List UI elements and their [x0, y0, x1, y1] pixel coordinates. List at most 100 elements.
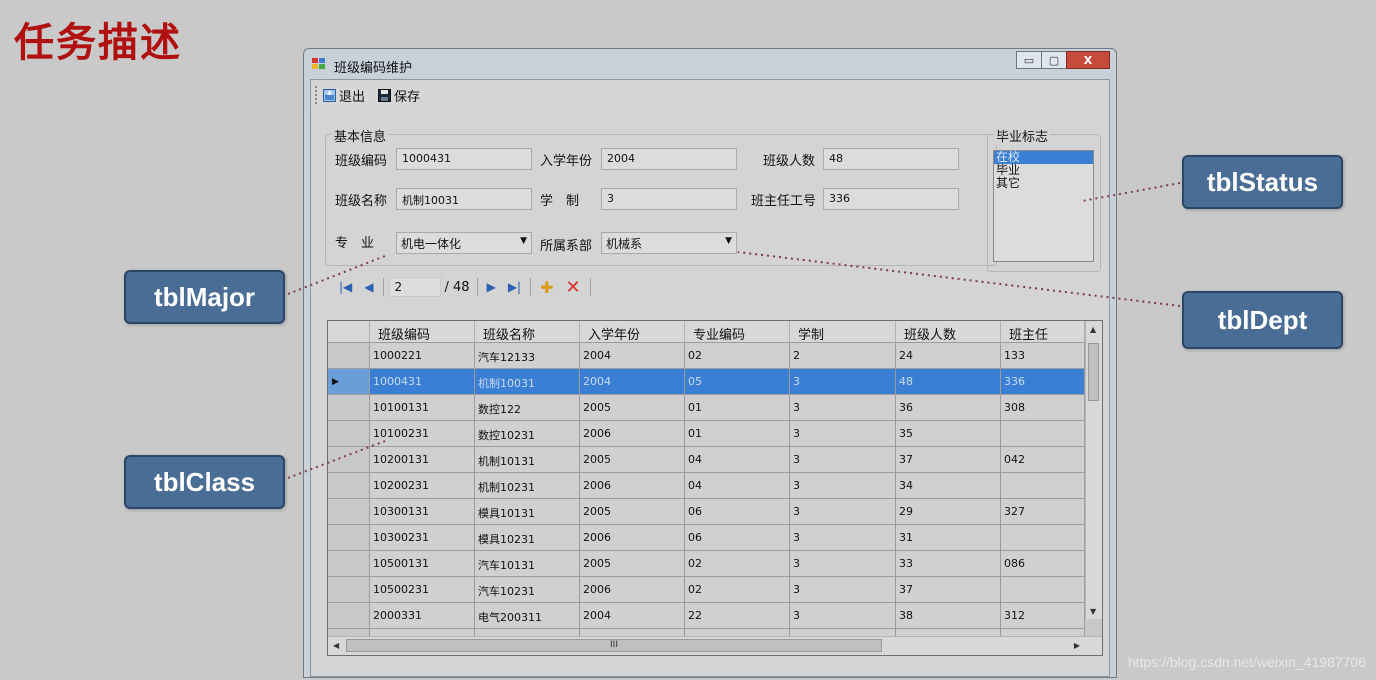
table-cell[interactable] — [1001, 473, 1085, 499]
table-cell[interactable]: 336 — [1001, 369, 1085, 395]
maximize-button[interactable]: ▢ — [1041, 51, 1067, 69]
table-cell[interactable]: 1000431 — [370, 369, 475, 395]
table-cell[interactable]: 2005 — [580, 551, 685, 577]
row-header[interactable] — [328, 551, 370, 577]
dept-combo[interactable]: 机械系 ▼ — [601, 232, 737, 254]
column-header[interactable]: 班级名称 — [475, 321, 580, 343]
class-code-field[interactable]: 1000431 — [396, 148, 532, 170]
horizontal-scrollbar[interactable]: ◀ III ▶ — [328, 636, 1102, 655]
table-cell[interactable]: 3 — [790, 525, 896, 551]
table-row[interactable]: 10500231 汽车10231 2006 02 3 37 — [328, 577, 1085, 603]
duration-field[interactable]: 3 — [601, 188, 737, 210]
table-row[interactable]: 2000331 电气200311 2004 22 3 38 312 — [328, 603, 1085, 629]
move-first-icon[interactable]: |◀ — [339, 280, 352, 294]
table-cell[interactable]: 2006 — [580, 421, 685, 447]
table-cell[interactable]: 3 — [790, 473, 896, 499]
table-cell[interactable]: 38 — [896, 603, 1001, 629]
table-cell[interactable]: 29 — [896, 499, 1001, 525]
table-cell[interactable]: 汽车10231 — [475, 577, 580, 603]
table-cell[interactable]: 3 — [790, 551, 896, 577]
scroll-down-icon[interactable]: ▼ — [1090, 607, 1096, 616]
table-cell[interactable]: 37 — [896, 577, 1001, 603]
major-combo[interactable]: 机电一体化 ▼ — [396, 232, 532, 254]
table-cell[interactable]: 02 — [685, 343, 790, 369]
scroll-right-icon[interactable]: ▶ — [1074, 641, 1080, 650]
table-cell[interactable]: 3 — [790, 577, 896, 603]
column-header[interactable]: 入学年份 — [580, 321, 685, 343]
table-cell[interactable]: 数控122 — [475, 395, 580, 421]
table-cell[interactable]: 086 — [1001, 551, 1085, 577]
table-cell[interactable]: 3 — [790, 369, 896, 395]
table-cell[interactable]: 2004 — [580, 343, 685, 369]
table-cell[interactable]: 3 — [790, 447, 896, 473]
delete-icon[interactable]: ✕ — [566, 277, 581, 298]
table-cell[interactable]: 06 — [685, 499, 790, 525]
table-cell[interactable]: 24 — [896, 343, 1001, 369]
vertical-scroll-thumb[interactable] — [1088, 343, 1099, 401]
table-cell[interactable]: 汽车12133 — [475, 343, 580, 369]
table-cell[interactable]: 327 — [1001, 499, 1085, 525]
scroll-up-icon[interactable]: ▲ — [1090, 325, 1096, 334]
table-row[interactable]: 10200231 机制10231 2006 04 3 34 — [328, 473, 1085, 499]
table-cell[interactable]: 10500231 — [370, 577, 475, 603]
minimize-button[interactable]: ▭ — [1016, 51, 1042, 69]
save-button[interactable]: 保存 — [378, 86, 420, 105]
scroll-left-icon[interactable]: ◀ — [333, 641, 339, 650]
table-row[interactable]: ▶ 1000431 机制10031 2004 05 3 48 336 — [328, 369, 1085, 395]
table-cell[interactable]: 数控10231 — [475, 421, 580, 447]
row-header[interactable] — [328, 525, 370, 551]
table-cell[interactable]: 机制10231 — [475, 473, 580, 499]
table-cell[interactable]: 2006 — [580, 473, 685, 499]
table-cell[interactable]: 05 — [685, 369, 790, 395]
close-button[interactable]: X — [1066, 51, 1110, 69]
table-cell[interactable]: 电气200311 — [475, 603, 580, 629]
table-cell[interactable]: 10100231 — [370, 421, 475, 447]
table-cell[interactable]: 31 — [896, 525, 1001, 551]
toolbar-grip[interactable] — [315, 86, 319, 104]
table-cell[interactable]: 06 — [685, 525, 790, 551]
title-bar[interactable]: 班级编码维护 ▭ ▢ X — [304, 49, 1116, 79]
table-row[interactable]: 10100231 数控10231 2006 01 3 35 — [328, 421, 1085, 447]
column-header[interactable]: 班级编码 — [370, 321, 475, 343]
table-row[interactable]: 10100131 数控122 2005 01 3 36 308 — [328, 395, 1085, 421]
table-cell[interactable]: 2006 — [580, 525, 685, 551]
table-cell[interactable]: 2005 — [580, 499, 685, 525]
row-header[interactable] — [328, 603, 370, 629]
table-cell[interactable]: 3 — [790, 421, 896, 447]
table-cell[interactable]: 35 — [896, 421, 1001, 447]
row-header[interactable]: ▶ — [328, 369, 370, 395]
table-cell[interactable]: 10200131 — [370, 447, 475, 473]
table-cell[interactable]: 308 — [1001, 395, 1085, 421]
table-row[interactable]: 10300131 模具10131 2005 06 3 29 327 — [328, 499, 1085, 525]
table-cell[interactable]: 2006 — [580, 577, 685, 603]
position-field[interactable]: 2 — [388, 277, 441, 297]
row-header[interactable] — [328, 499, 370, 525]
table-cell[interactable]: 34 — [896, 473, 1001, 499]
table-cell[interactable]: 汽车10131 — [475, 551, 580, 577]
row-header[interactable] — [328, 577, 370, 603]
table-cell[interactable]: 3 — [790, 395, 896, 421]
exit-button[interactable]: 退出 — [323, 86, 365, 105]
table-cell[interactable]: 312 — [1001, 603, 1085, 629]
table-cell[interactable]: 2 — [790, 343, 896, 369]
enroll-year-field[interactable]: 2004 — [601, 148, 737, 170]
class-name-field[interactable]: 机制10031 — [396, 188, 532, 210]
table-row[interactable]: 10500131 汽车10131 2005 02 3 33 086 — [328, 551, 1085, 577]
table-cell[interactable]: 机制10131 — [475, 447, 580, 473]
table-row[interactable]: 1000221 汽车12133 2004 02 2 24 133 — [328, 343, 1085, 369]
column-header[interactable]: 班级人数 — [896, 321, 1001, 343]
class-data-grid[interactable]: 班级编码 班级名称 入学年份 专业编码 学制 班级人数 班主任 1000221 汽… — [327, 320, 1103, 656]
table-row[interactable]: 10200131 机制10131 2005 04 3 37 042 — [328, 447, 1085, 473]
table-cell[interactable]: 04 — [685, 473, 790, 499]
table-cell[interactable]: 133 — [1001, 343, 1085, 369]
table-cell[interactable]: 3 — [790, 603, 896, 629]
table-cell[interactable] — [1001, 525, 1085, 551]
table-cell[interactable]: 37 — [896, 447, 1001, 473]
table-cell[interactable]: 2004 — [580, 369, 685, 395]
move-next-icon[interactable]: ▶ — [487, 280, 496, 294]
table-cell[interactable]: 10100131 — [370, 395, 475, 421]
table-cell[interactable]: 33 — [896, 551, 1001, 577]
table-cell[interactable]: 2005 — [580, 447, 685, 473]
table-cell[interactable]: 042 — [1001, 447, 1085, 473]
table-cell[interactable]: 48 — [896, 369, 1001, 395]
